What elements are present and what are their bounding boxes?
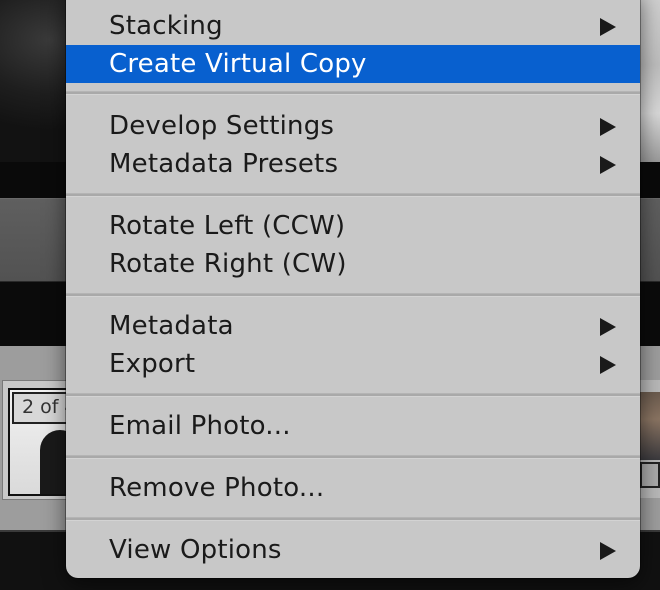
menu-item-label: Develop Settings	[109, 111, 335, 141]
menu-separator	[66, 517, 640, 521]
menu-item-stacking[interactable]: Stacking	[66, 7, 640, 45]
menu-item-email-photo[interactable]: Email Photo...	[66, 407, 640, 445]
submenu-arrow-icon	[600, 18, 616, 36]
submenu-arrow-icon	[600, 542, 616, 560]
submenu-arrow-icon	[600, 318, 616, 336]
menu-item-label: Remove Photo...	[109, 473, 325, 503]
menu-item-label: Rotate Left (CCW)	[109, 211, 346, 241]
menu-separator	[66, 91, 640, 95]
context-menu: Stacking Create Virtual Copy Develop Set…	[66, 0, 640, 578]
app-window: 2 of 4 Stacking Create Virtual Copy Deve…	[0, 0, 660, 590]
menu-item-create-virtual-copy[interactable]: Create Virtual Copy	[66, 45, 640, 83]
menu-separator	[66, 193, 640, 197]
menu-item-rotate-left[interactable]: Rotate Left (CCW)	[66, 207, 640, 245]
submenu-arrow-icon	[600, 356, 616, 374]
menu-item-label: Stacking	[109, 11, 223, 41]
menu-item-metadata-presets[interactable]: Metadata Presets	[66, 145, 640, 183]
menu-item-label: Rotate Right (CW)	[109, 249, 347, 279]
menu-item-remove-photo[interactable]: Remove Photo...	[66, 469, 640, 507]
submenu-arrow-icon	[600, 118, 616, 136]
menu-item-label: Email Photo...	[109, 411, 291, 441]
menu-item-label: Metadata	[109, 311, 234, 341]
menu-separator	[66, 393, 640, 397]
menu-item-rotate-right[interactable]: Rotate Right (CW)	[66, 245, 640, 283]
menu-item-metadata[interactable]: Metadata	[66, 307, 640, 345]
menu-item-view-options[interactable]: View Options	[66, 531, 640, 569]
menu-item-label: Create Virtual Copy	[109, 49, 367, 79]
filmstrip-thumbnail-right[interactable]	[640, 392, 660, 460]
menu-separator	[66, 293, 640, 297]
submenu-arrow-icon	[600, 156, 616, 174]
stack-icon	[640, 462, 660, 488]
menu-separator	[66, 455, 640, 459]
menu-item-label: Export	[109, 349, 196, 379]
menu-item-develop-settings[interactable]: Develop Settings	[66, 107, 640, 145]
menu-item-export[interactable]: Export	[66, 345, 640, 383]
menu-item-label: Metadata Presets	[109, 149, 339, 179]
menu-item-label: View Options	[109, 535, 282, 565]
